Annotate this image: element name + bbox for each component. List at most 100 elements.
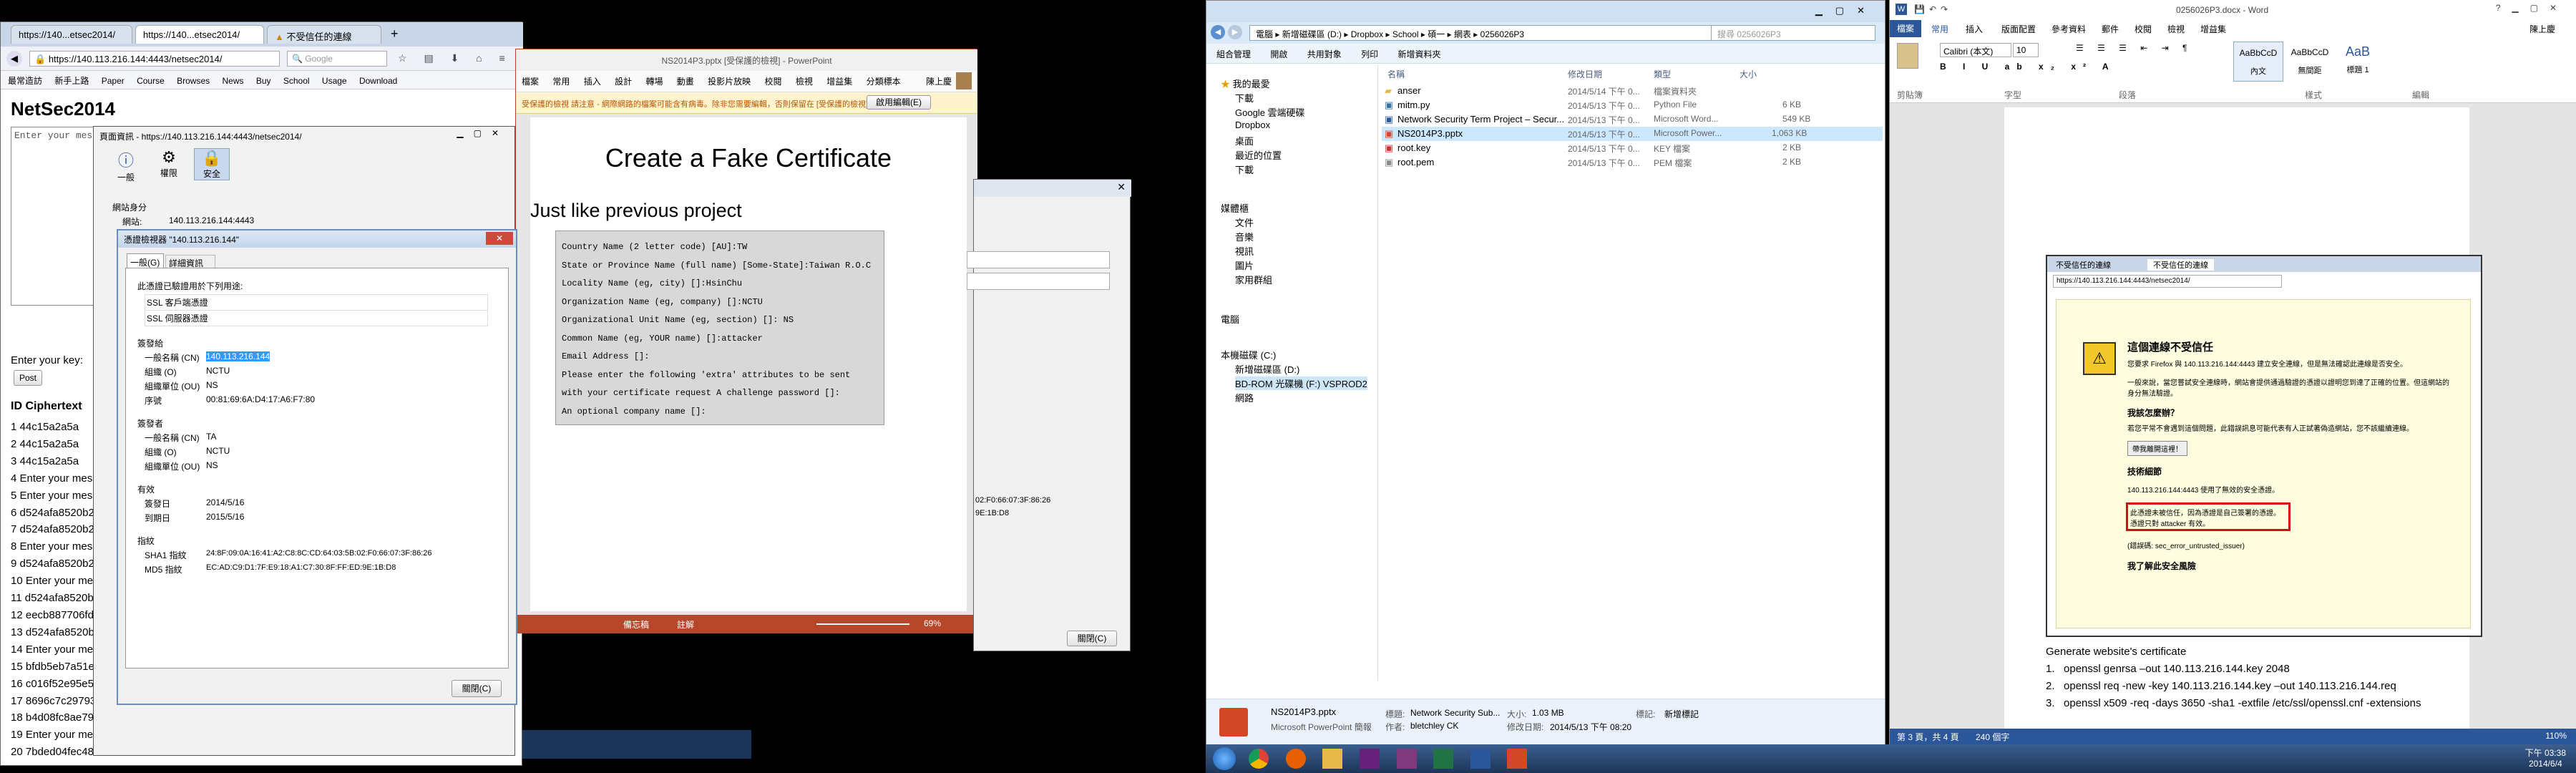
nav-item[interactable]: 音樂 [1235, 230, 1254, 243]
search-input[interactable]: 🔍 Google [287, 51, 387, 67]
back-icon[interactable]: ◀ [1211, 25, 1225, 39]
forward-icon[interactable]: ▶ [1228, 25, 1242, 39]
chrome-icon[interactable] [1249, 749, 1269, 769]
search-input[interactable]: 搜尋 0256026P3 [1711, 25, 1875, 41]
breadcrumb-item[interactable]: 碩一 [1428, 29, 1445, 39]
nav-favorites[interactable]: ★ 我的最愛 [1221, 77, 1270, 90]
nav-item[interactable]: 下載 [1235, 91, 1254, 104]
nav-item[interactable]: Dropbox [1235, 120, 1270, 130]
close-icon[interactable]: ✕ [1117, 181, 1126, 193]
url-bar[interactable]: 🔒 https://140.113.216.144:4443/netsec201… [29, 51, 280, 67]
file-row[interactable]: ▣ NS2014P3.pptx 2014/5/13 下午 0... Micros… [1382, 127, 1883, 141]
nav-item[interactable]: Google 雲端硬碟 [1235, 105, 1305, 119]
file-row[interactable]: ▣ root.key 2014/5/13 下午 0... KEY 檔案 2 KB [1382, 141, 1883, 155]
file-row[interactable]: ▣ root.pem 2014/5/13 下午 0... PEM 檔案 2 KB [1382, 155, 1883, 170]
bookmark[interactable]: School [283, 76, 310, 86]
font-size-select[interactable]: 10 [2013, 43, 2039, 57]
breadcrumb-item[interactable]: 電腦 [1256, 29, 1273, 39]
toolbar-organize[interactable]: 組合管理 [1216, 49, 1251, 59]
page-count[interactable]: 第 3 頁，共 4 頁 [1897, 731, 1959, 743]
browser-tab-3[interactable]: ▲ 不受信任的連線 [267, 25, 381, 44]
nav-item[interactable]: 家用群組 [1235, 273, 1272, 286]
column-date[interactable]: 修改日期 [1568, 68, 1602, 80]
toolbar-print[interactable]: 列印 [1361, 49, 1378, 59]
paste-icon[interactable] [1897, 43, 1918, 69]
ribbon-tab[interactable]: 版面配置 [2001, 23, 2036, 35]
ribbon-tab[interactable]: 郵件 [2102, 23, 2119, 35]
breadcrumb-item[interactable]: 新增磁碟區 (D:) [1282, 29, 1342, 39]
nav-item[interactable]: 下載 [1235, 162, 1254, 176]
zoom-level[interactable]: 69% [924, 618, 941, 628]
bookmark[interactable]: Buy [256, 76, 271, 86]
visual-studio-icon[interactable] [1359, 749, 1380, 769]
powerpoint-icon[interactable] [1507, 749, 1528, 769]
back-icon[interactable]: ◀ [6, 51, 22, 67]
tab-security[interactable]: 🔒 安全 [194, 148, 230, 180]
word-icon[interactable] [1470, 749, 1491, 769]
format-buttons[interactable]: B I U ab x₂ x² A [1940, 62, 2116, 72]
column-size[interactable]: 大小 [1740, 68, 1757, 80]
paragraph-buttons[interactable]: ☰ ☰ ☰ ⇤ ⇥ ¶ [2076, 43, 2193, 53]
ribbon-tab-file[interactable]: 檔案 [1890, 20, 1921, 37]
enable-editing-button[interactable]: 啟用編輯(E) [867, 95, 931, 110]
column-name[interactable]: 名稱 [1387, 68, 1405, 80]
window-controls[interactable]: ▁▢✕ [457, 128, 509, 138]
ribbon-tab[interactable]: 增益集 [826, 77, 852, 87]
ribbon-tab[interactable]: 插入 [1966, 23, 1983, 35]
ribbon-tab[interactable]: 投影片放映 [708, 77, 751, 87]
window-controls[interactable]: ?▁▢✕ [2496, 3, 2568, 13]
bookmark[interactable]: News [222, 76, 243, 86]
nav-item[interactable]: 圖片 [1235, 258, 1254, 272]
ribbon-tab[interactable]: 參考資料 [2051, 23, 2086, 35]
toolbar-share[interactable]: 共用對象 [1307, 49, 1342, 59]
quick-access-icons[interactable]: 💾↶↷ [1914, 4, 1952, 14]
bookmark[interactable]: Download [359, 76, 397, 86]
ribbon-tab[interactable]: 檢視 [2167, 23, 2185, 35]
browser-tab-2[interactable]: https://140...etsec2014/ [135, 25, 264, 44]
toolbar-new-folder[interactable]: 新增資料夾 [1397, 49, 1440, 59]
bookmark[interactable]: Course [137, 76, 165, 86]
ribbon-tab[interactable]: 插入 [584, 77, 601, 87]
ribbon-tab[interactable]: 校閱 [765, 77, 782, 87]
ribbon-tab[interactable]: 動畫 [677, 77, 694, 87]
bookmark[interactable]: 新手上路 [54, 76, 89, 86]
nav-item[interactable]: 文件 [1235, 215, 1254, 229]
clock[interactable]: 下午 03:38 2014/6/4 [2525, 747, 2566, 769]
tab-permissions[interactable]: ⚙ 權限 [151, 148, 187, 179]
ribbon-tab[interactable]: 校閱 [2135, 23, 2152, 35]
zoom-level[interactable]: 110% [2545, 731, 2567, 741]
ribbon-tab[interactable]: 設計 [615, 77, 632, 87]
post-button[interactable]: Post [14, 370, 42, 386]
file-row[interactable]: ▣ Network Security Term Project – Secur.… [1382, 112, 1883, 127]
excel-icon[interactable] [1433, 749, 1454, 769]
file-row[interactable]: ▰ anser 2014/5/14 下午 0... 檔案資料夾 [1382, 84, 1883, 98]
ribbon-tab[interactable]: 常用 [1931, 23, 1948, 35]
ribbon-tab[interactable]: 轉場 [645, 77, 663, 87]
ribbon-tab[interactable]: 分類標本 [867, 77, 901, 87]
zoom-slider[interactable] [816, 623, 909, 625]
tab-general[interactable]: ⓘ 一般 [108, 148, 144, 183]
style-normal[interactable]: AaBbCcD 內文 [2233, 42, 2283, 82]
font-name-select[interactable]: Calibri (本文) [1940, 43, 2011, 57]
bookmark[interactable]: Browses [177, 76, 210, 86]
bookmark[interactable]: Paper [102, 76, 125, 86]
breadcrumb[interactable]: 電腦 ▸ 新增磁碟區 (D:) ▸ Dropbox ▸ School ▸ 碩一 … [1249, 25, 1736, 41]
nav-item[interactable]: 桌面 [1235, 134, 1254, 147]
ribbon-tab[interactable]: 增益集 [2200, 23, 2226, 35]
window-controls[interactable]: ▁▢✕ [1815, 5, 1878, 16]
ribbon-tab[interactable]: 常用 [552, 77, 570, 87]
word-count[interactable]: 240 個字 [1976, 731, 2009, 743]
tab-general[interactable]: 一般(G) [127, 253, 164, 268]
firefox-icon[interactable] [1285, 749, 1306, 769]
notes-button[interactable]: 備忘稿 [623, 618, 649, 631]
start-button-icon[interactable] [1213, 747, 1236, 770]
comments-button[interactable]: 註解 [677, 618, 694, 631]
nav-libraries[interactable]: 媒體櫃 [1221, 201, 1249, 215]
nav-item[interactable]: 新增磁碟區 (D:) [1235, 362, 1299, 376]
ribbon-tab[interactable]: 檔案 [522, 77, 539, 87]
tab-details[interactable]: 詳細資訊(D) [165, 255, 215, 279]
breadcrumb-item[interactable]: Dropbox [1351, 29, 1383, 39]
nav-homegroup[interactable]: 電腦 [1221, 312, 1239, 326]
style-heading-1[interactable]: AaB 標題 1 [2336, 42, 2379, 82]
nav-item[interactable]: BD-ROM 光碟機 (F:) VSPROD2 [1235, 376, 1367, 390]
